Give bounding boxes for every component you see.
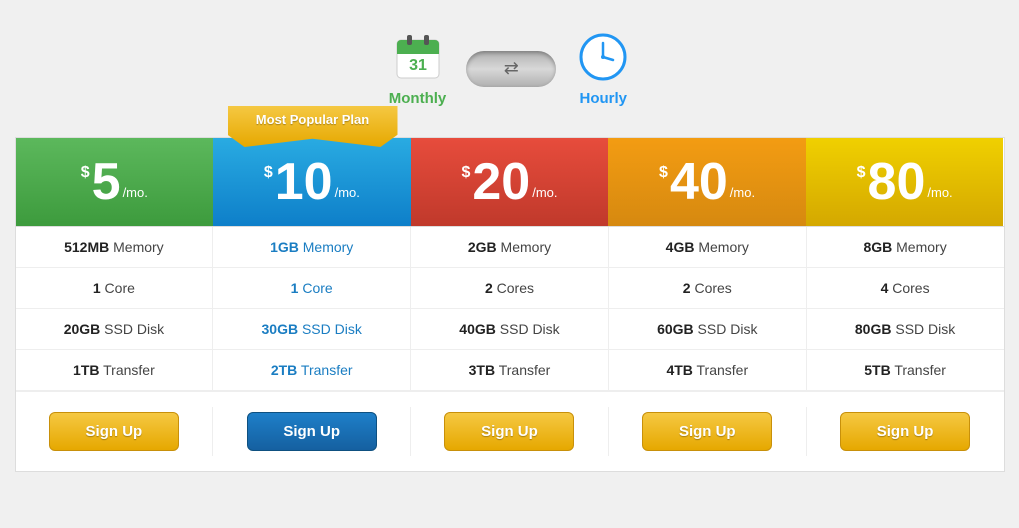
price-main-20: 20: [472, 156, 530, 208]
cores-row: 1 Core 1 Core 2 Cores 2 Cores 4 Cores: [16, 268, 1004, 309]
disk-row: 20GB SSD Disk 30GB SSD Disk 40GB SSD Dis…: [16, 309, 1004, 350]
signup-cell-4: Sign Up: [609, 407, 807, 456]
billing-toggle-section: 31 Monthly ⇄ Hourly: [389, 30, 631, 107]
cores-cell-1: 1 Core: [16, 268, 214, 308]
price-cell-80: $ 80 /mo.: [806, 138, 1004, 226]
price-cell-5: $ 5 /mo.: [16, 138, 214, 226]
signup-cell-2: Sign Up: [213, 407, 411, 456]
toggle-switch[interactable]: ⇄: [466, 51, 556, 87]
disk-cell-2: 30GB SSD Disk: [213, 309, 411, 349]
price-super-20: $: [461, 164, 470, 182]
calendar-icon-wrap: 31: [391, 30, 445, 84]
memory-cell-5: 8GB Memory: [807, 227, 1004, 267]
cores-cell-5: 4 Cores: [807, 268, 1004, 308]
signup-cell-3: Sign Up: [411, 407, 609, 456]
price-suffix-40: /mo.: [730, 185, 755, 200]
popular-banner-text: Most Popular Plan: [256, 112, 369, 127]
monthly-option[interactable]: 31 Monthly: [389, 30, 447, 107]
signup-cell-1: Sign Up: [16, 407, 214, 456]
price-super-5: $: [81, 164, 90, 182]
price-suffix-20: /mo.: [532, 185, 557, 200]
price-suffix-80: /mo.: [927, 185, 952, 200]
disk-cell-4: 60GB SSD Disk: [609, 309, 807, 349]
memory-cell-4: 4GB Memory: [609, 227, 807, 267]
transfer-cell-2: 2TB Transfer: [213, 350, 411, 390]
transfer-cell-4: 4TB Transfer: [609, 350, 807, 390]
cores-cell-4: 2 Cores: [609, 268, 807, 308]
price-cell-40: $ 40 /mo.: [608, 138, 806, 226]
memory-cell-2: 1GB Memory: [213, 227, 411, 267]
transfer-row: 1TB Transfer 2TB Transfer 3TB Transfer 4…: [16, 350, 1004, 391]
price-super-80: $: [857, 164, 866, 182]
transfer-cell-1: 1TB Transfer: [16, 350, 214, 390]
transfer-cell-5: 5TB Transfer: [807, 350, 1004, 390]
signup-cell-5: Sign Up: [807, 407, 1004, 456]
price-main-40: 40: [670, 156, 728, 208]
price-super-10: $: [264, 164, 273, 182]
signup-button-4[interactable]: Sign Up: [642, 412, 772, 451]
signup-button-5[interactable]: Sign Up: [840, 412, 970, 451]
price-suffix-5: /mo.: [123, 185, 148, 200]
hourly-option[interactable]: Hourly: [576, 30, 630, 107]
signup-row: Sign Up Sign Up Sign Up Sign Up Sign Up: [16, 391, 1004, 471]
monthly-label: Monthly: [389, 90, 447, 107]
cores-cell-2: 1 Core: [213, 268, 411, 308]
signup-button-2[interactable]: Sign Up: [247, 412, 377, 451]
disk-cell-5: 80GB SSD Disk: [807, 309, 1004, 349]
signup-button-3[interactable]: Sign Up: [444, 412, 574, 451]
pricing-table: Most Popular Plan $ 5 /mo. $ 10 /mo. $ 2…: [15, 137, 1005, 472]
memory-row: 512MB Memory 1GB Memory 2GB Memory 4GB M…: [16, 227, 1004, 268]
price-main-5: 5: [92, 156, 121, 208]
svg-text:31: 31: [409, 57, 427, 74]
hourly-label: Hourly: [579, 90, 627, 107]
toggle-arrows-icon: ⇄: [504, 58, 519, 79]
transfer-cell-3: 3TB Transfer: [411, 350, 609, 390]
price-main-80: 80: [868, 156, 926, 208]
disk-cell-3: 40GB SSD Disk: [411, 309, 609, 349]
clock-icon-wrap: [576, 30, 630, 84]
price-cell-20: $ 20 /mo.: [411, 138, 609, 226]
memory-cell-3: 2GB Memory: [411, 227, 609, 267]
price-header-row: $ 5 /mo. $ 10 /mo. $ 20 /mo. $ 40 /mo. $…: [16, 138, 1004, 227]
clock-icon: [578, 32, 628, 82]
price-suffix-10: /mo.: [335, 185, 360, 200]
popular-banner-wrap: Most Popular Plan: [213, 106, 413, 147]
calendar-icon: 31: [393, 32, 443, 82]
price-super-40: $: [659, 164, 668, 182]
memory-cell-1: 512MB Memory: [16, 227, 214, 267]
cores-cell-3: 2 Cores: [411, 268, 609, 308]
signup-button-1[interactable]: Sign Up: [49, 412, 179, 451]
disk-cell-1: 20GB SSD Disk: [16, 309, 214, 349]
popular-banner: Most Popular Plan: [228, 106, 398, 147]
price-cell-10: $ 10 /mo.: [213, 138, 411, 226]
price-main-10: 10: [275, 156, 333, 208]
